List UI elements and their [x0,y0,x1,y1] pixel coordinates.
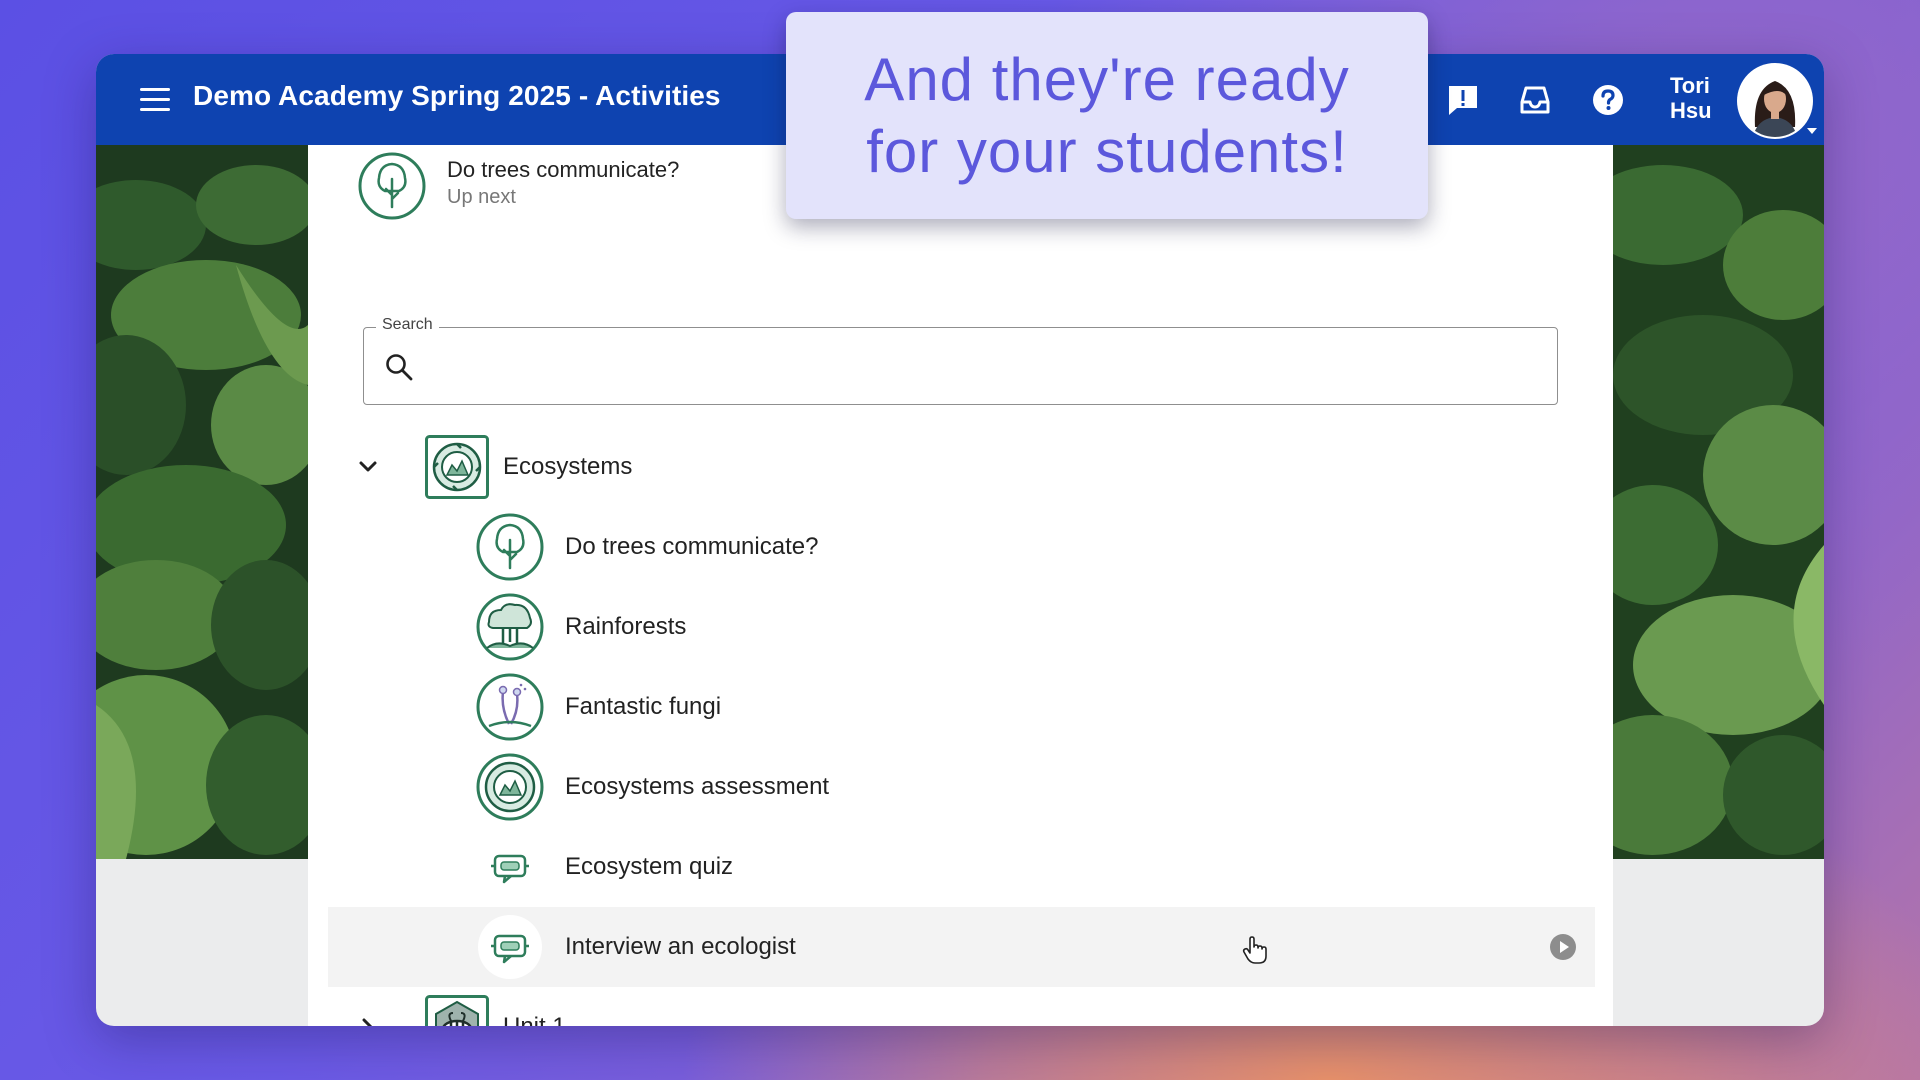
chat-bot-icon [478,915,542,979]
up-next-title[interactable]: Do trees communicate? [447,157,679,183]
search-label: Search [376,316,439,334]
feedback-icon[interactable] [1445,82,1481,118]
tutorial-callout: And they're ready for your students! [786,12,1428,219]
chevron-down-icon[interactable] [353,452,383,482]
ecosystem-unit-icon [425,435,489,499]
activity-row[interactable]: Rainforests [328,587,1595,667]
callout-line-2: for your students! [866,118,1348,185]
forest-background-left [96,145,308,859]
callout-line-1: And they're ready [864,46,1350,113]
activity-row[interactable]: Ecosystems assessment [328,747,1595,827]
activity-label: Do trees communicate? [565,533,819,560]
bee-unit-icon [425,995,489,1026]
activity-row[interactable]: Fantastic fungi [328,667,1595,747]
activity-label: Rainforests [565,613,687,640]
rainforest-icon [476,593,544,661]
unit-row-unit-1[interactable]: Unit 1 [328,987,1595,1026]
activities-panel: Do trees communicate? Up next Search Eco… [308,145,1613,1026]
activity-label: Ecosystem quiz [565,853,734,880]
search-field[interactable]: Search [363,316,1558,405]
activity-label: Fantastic fungi [565,693,722,720]
play-icon[interactable] [1549,933,1577,961]
fungi-icon [476,673,544,741]
hand-cursor-icon [1242,936,1267,964]
activity-row-hovered[interactable]: Interview an ecologist [328,907,1595,987]
chat-bot-icon [491,854,529,884]
tree-icon [358,152,426,220]
page-title: Demo Academy Spring 2025 - Activities [193,80,721,111]
unit-row-ecosystems[interactable]: Ecosystems [328,427,1595,507]
search-icon [386,354,413,381]
user-name[interactable]: Tori Hsu [1670,73,1712,123]
activity-label: Ecosystems assessment [565,773,830,800]
chevron-right-icon[interactable] [353,1012,383,1026]
up-next-label: Up next [447,186,516,208]
avatar[interactable] [1739,65,1811,137]
avatar-dropdown-icon[interactable] [1807,128,1817,134]
ecosystem-icon [476,753,544,821]
inbox-icon[interactable] [1517,82,1553,118]
unit-label: Ecosystems [503,453,633,480]
activity-row[interactable]: Ecosystem quiz [328,827,1595,907]
unit-label: Unit 1 [503,1013,566,1026]
activity-label: Interview an ecologist [565,933,796,960]
activity-row[interactable]: Do trees communicate? [328,507,1595,587]
search-input[interactable] [430,342,1534,392]
forest-background-right [1613,145,1824,859]
help-icon[interactable] [1590,82,1626,118]
tree-icon [476,513,544,581]
hamburger-menu-icon[interactable] [140,88,170,112]
